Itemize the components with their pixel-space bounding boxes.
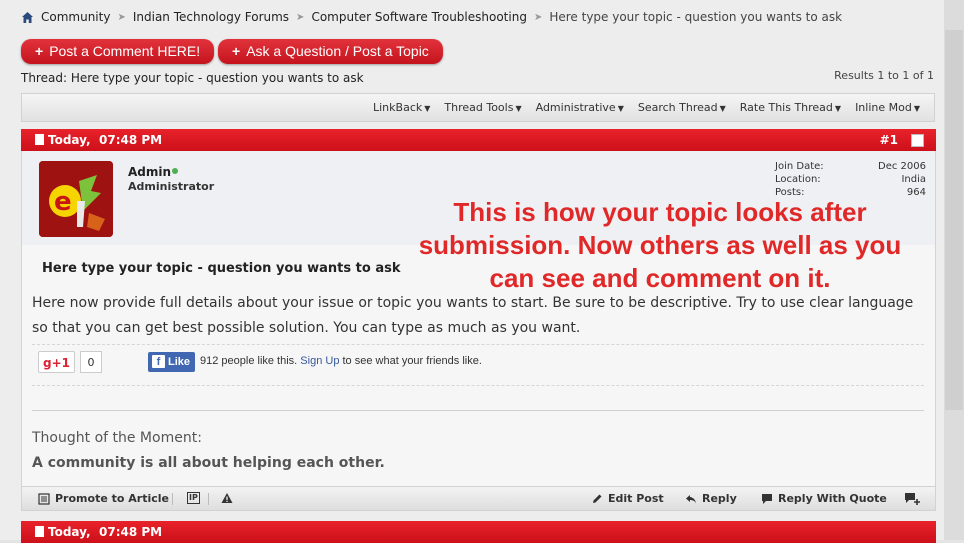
username[interactable]: Admin [128,165,171,179]
post-footer: Promote to Article IP Edit Post Reply Re… [21,486,936,511]
edit-post-label: Edit Post [608,492,664,505]
plus-icon: + [35,43,44,59]
reply-with-quote-button[interactable]: Reply With Quote [761,492,887,505]
multi-quote-button[interactable] [904,492,922,506]
post-date: Today, [48,133,91,147]
toolbar-inline-mod-label: Inline Mod [855,101,912,114]
location-label: Location: [775,174,821,185]
facebook-like-text: 912 people like this. Sign Up to see wha… [200,355,482,367]
dropdown-arrow-icon: ▼ [834,104,842,113]
home-icon[interactable] [21,11,34,24]
ip-button[interactable]: IP [187,492,200,504]
post-select-checkbox[interactable] [911,134,924,147]
signature-divider [32,410,924,411]
facebook-like-button[interactable]: f Like [148,352,195,372]
user-stats: Join Date: Dec 2006 Location: India Posts:… [775,160,926,199]
facebook-signup-link[interactable]: Sign Up [300,355,339,367]
warning-icon [221,493,233,503]
breadcrumb-link-category[interactable]: Computer Software Troubleshooting [311,10,527,24]
post-number[interactable]: #1 [880,133,898,147]
reply-label: Reply [702,492,737,505]
toolbar-thread-tools-label: Thread Tools [444,101,514,114]
footer-divider [208,493,209,505]
join-date-value: Dec 2006 [878,161,926,172]
avatar[interactable]: e [39,161,113,237]
results-count: Results 1 to 1 of 1 [834,69,934,82]
facebook-like-count: 912 people like this. [200,355,298,367]
online-status-icon [172,168,178,174]
breadcrumb-separator-icon: ➤ [533,11,543,23]
signature-text: A community is all about helping each ot… [32,455,385,471]
google-plus-count: 0 [80,351,102,373]
pencil-icon [593,494,602,503]
dropdown-arrow-icon: ▼ [719,104,726,113]
user-title: Administrator [128,180,215,193]
site-logo-icon: e [39,161,113,237]
toolbar-rate-thread[interactable]: Rate This Thread ▼ [740,101,841,114]
annotation-overlay: This is how your topic looks after submi… [418,197,902,293]
toolbar-search-thread-label: Search Thread [637,101,718,114]
ask-question-label: Ask a Question / Post a Topic [246,43,429,59]
toolbar-thread-tools[interactable]: Thread Tools ▼ [444,101,521,114]
thread-title-line: Thread: Here type your topic - question … [21,71,364,85]
location-value: India [901,174,926,185]
ask-question-button[interactable]: + Ask a Question / Post a Topic [218,39,443,64]
google-plus-button[interactable]: g+1 [38,351,75,373]
report-button[interactable] [221,492,233,504]
breadcrumb-link-forums[interactable]: Indian Technology Forums [133,10,289,24]
toolbar-rate-thread-label: Rate This Thread [739,101,833,114]
post-comment-button[interactable]: + Post a Comment HERE! [21,39,215,64]
multi-quote-icon [905,493,920,505]
svg-text:e: e [54,187,72,217]
post-message: Here now provide full details about your… [32,295,914,336]
post-document-icon [35,526,44,537]
scrollbar-thumb[interactable] [945,30,963,410]
facebook-like-text-end: to see what your friends like. [342,355,482,367]
next-post-date: Today, [48,525,91,539]
join-date-label: Join Date: [775,161,824,172]
signature-label: Thought of the Moment: [32,430,202,446]
dropdown-arrow-icon: ▼ [424,104,431,113]
reply-button[interactable]: Reply [685,492,737,505]
toolbar-linkback[interactable]: LinkBack ▼ [373,101,430,114]
promote-to-article-button[interactable]: Promote to Article [38,492,169,505]
dropdown-arrow-icon: ▼ [515,104,522,113]
edit-post-button[interactable]: Edit Post [591,492,664,505]
ip-icon: IP [187,492,200,504]
post-time: 07:48 PM [99,133,163,147]
promote-label: Promote to Article [55,492,169,505]
quote-bubble-icon [762,493,772,504]
post-comment-label: Post a Comment HERE! [49,43,201,59]
breadcrumb-separator-icon: ➤ [296,11,305,23]
toolbar-administrative-label: Administrative [535,101,616,114]
article-icon [38,492,50,505]
reply-with-quote-label: Reply With Quote [778,492,887,505]
plus-icon: + [232,43,241,59]
social-share-bar: g+1 0 f Like 912 people like this. Sign U… [32,344,924,386]
post-document-icon [35,134,44,145]
thread-toolbar: LinkBack ▼ Thread Tools ▼ Administrative ▼ … [21,93,935,122]
toolbar-linkback-label: LinkBack [373,101,423,114]
thread-title[interactable]: Here type your topic - question you want… [71,71,364,85]
dropdown-arrow-icon: ▼ [913,104,920,113]
breadcrumb-separator-icon: ➤ [117,11,126,23]
facebook-like-label: Like [168,356,191,368]
breadcrumb-current: Here type your topic - question you want… [549,10,843,24]
reply-arrow-icon [686,494,696,503]
post-title: Here type your topic - question you want… [42,261,401,276]
dropdown-arrow-icon: ▼ [617,104,624,113]
toolbar-inline-mod[interactable]: Inline Mod ▼ [855,101,920,114]
facebook-icon: f [152,355,165,368]
post-header: Today, 07:48 PM #1 [21,129,936,151]
thread-label: Thread: [21,71,68,85]
breadcrumb-link-community[interactable]: Community [41,10,110,24]
toolbar-search-thread[interactable]: Search Thread ▼ [638,101,726,114]
next-post-time: 07:48 PM [99,525,163,539]
footer-divider [172,493,173,505]
breadcrumb: Community ➤ Indian Technology Forums ➤ C… [21,10,842,24]
toolbar-administrative[interactable]: Administrative ▼ [536,101,624,114]
